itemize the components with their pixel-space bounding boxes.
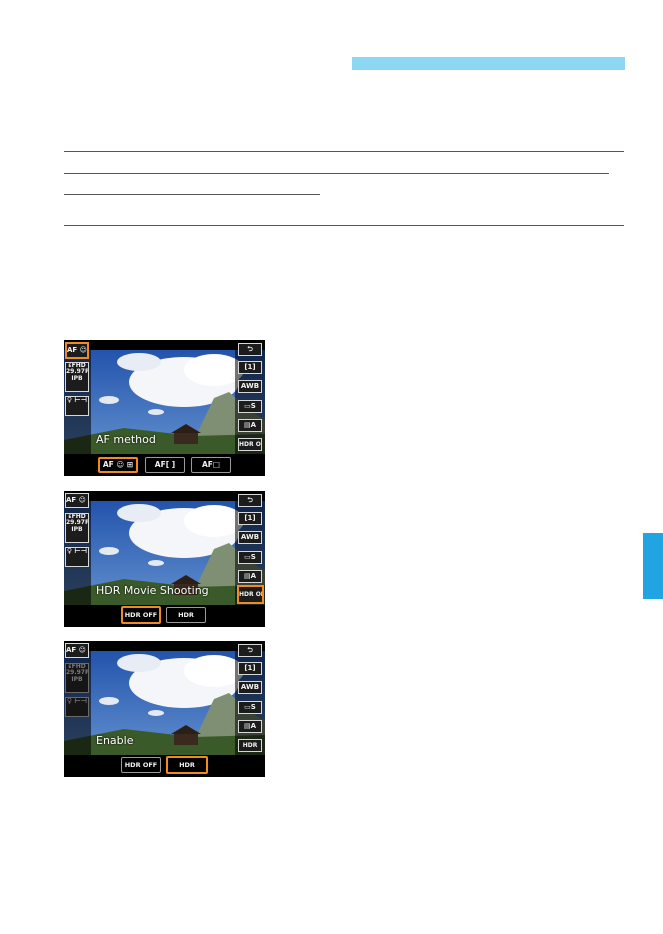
- picture-style-icon[interactable]: ▭S: [238, 551, 262, 564]
- auto-lighting-icon[interactable]: ▤A: [238, 570, 262, 583]
- auto-lighting-icon[interactable]: ▤A: [238, 720, 262, 733]
- af-method-icon[interactable]: AF ☺ ⊞: [65, 643, 89, 658]
- hdr-on-icon[interactable]: HDR: [238, 739, 262, 752]
- drive-mode-icon[interactable]: [1]: [238, 662, 262, 675]
- hdr-enable-option[interactable]: HDR: [166, 607, 206, 623]
- back-icon[interactable]: ⮌: [238, 644, 262, 657]
- manual-page: AF ☺ ⊞ ᴇFHD 29.97P IPB ♀ ⊢⊣ ⮌ [1] AWB ▭S…: [0, 0, 663, 934]
- picture-style-icon[interactable]: ▭S: [238, 701, 262, 714]
- white-balance-icon[interactable]: AWB: [238, 531, 262, 544]
- movie-rec-size-icon[interactable]: ᴇFHD 29.97P IPB: [65, 513, 89, 543]
- mic-level-icon[interactable]: ♀ ⊢⊣: [65, 547, 89, 567]
- hdr-off-option[interactable]: HDR OFF: [121, 606, 161, 624]
- camera-screen-af-method: AF ☺ ⊞ ᴇFHD 29.97P IPB ♀ ⊢⊣ ⮌ [1] AWB ▭S…: [64, 340, 265, 476]
- rule-line-middle: [64, 173, 609, 174]
- af-method-icon[interactable]: AF ☺ ⊞: [65, 493, 89, 508]
- back-icon[interactable]: ⮌: [238, 343, 262, 356]
- hdr-off-icon[interactable]: HDR OFF: [238, 438, 262, 451]
- mic-level-icon[interactable]: ♀ ⊢⊣: [65, 396, 89, 416]
- auto-lighting-icon[interactable]: ▤A: [238, 419, 262, 432]
- drive-mode-icon[interactable]: [1]: [238, 361, 262, 374]
- movie-rec-size-icon[interactable]: ᴇFHD 29.97P IPB: [65, 362, 89, 392]
- white-balance-icon[interactable]: AWB: [238, 681, 262, 694]
- mic-level-icon: ♀ ⊢⊣: [65, 697, 89, 717]
- drive-mode-icon[interactable]: [1]: [238, 512, 262, 525]
- af-method-icon[interactable]: AF ☺ ⊞: [65, 342, 89, 359]
- af-flexizone-multi-option[interactable]: AF[ ]: [145, 457, 185, 473]
- rule-line-short: [64, 194, 320, 195]
- setting-caption: HDR Movie Shooting: [96, 584, 209, 597]
- hdr-off-option[interactable]: HDR OFF: [121, 757, 161, 773]
- white-balance-icon[interactable]: AWB: [238, 380, 262, 393]
- setting-caption: Enable: [96, 734, 134, 747]
- section-header-bar: [352, 57, 625, 70]
- camera-screen-hdr-enable: AF ☺ ⊞ ᴇFHD 29.97P IPB ♀ ⊢⊣ ⮌ [1] AWB ▭S…: [64, 641, 265, 777]
- af-flexizone-single-option[interactable]: AF□: [191, 457, 231, 473]
- back-icon[interactable]: ⮌: [238, 494, 262, 507]
- camera-screen-hdr-movie: AF ☺ ⊞ ᴇFHD 29.97P IPB ♀ ⊢⊣ ⮌ [1] AWB ▭S…: [64, 491, 265, 627]
- picture-style-icon[interactable]: ▭S: [238, 400, 262, 413]
- hdr-off-icon[interactable]: HDR OFF: [237, 585, 264, 604]
- rule-line-top: [64, 151, 624, 152]
- rule-line-bottom: [64, 225, 624, 226]
- af-face-tracking-option[interactable]: AF ☺ ⊞: [98, 457, 138, 473]
- setting-caption: AF method: [96, 433, 156, 446]
- hdr-enable-option[interactable]: HDR: [166, 756, 208, 774]
- chapter-index-tab: [643, 533, 663, 599]
- movie-rec-size-icon: ᴇFHD 29.97P IPB: [65, 663, 89, 693]
